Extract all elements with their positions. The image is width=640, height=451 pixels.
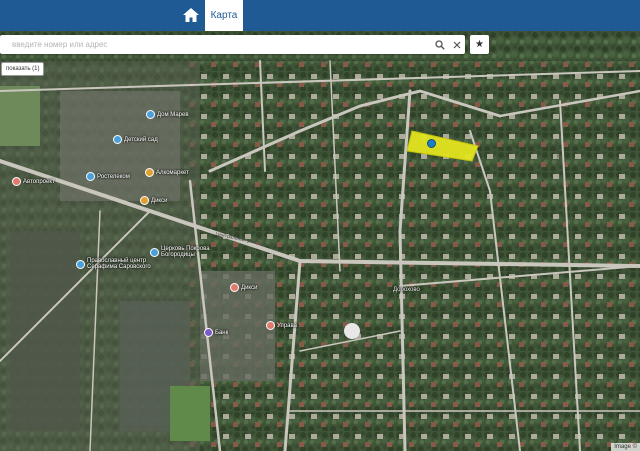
show-results-button[interactable]: показать (1) (1, 62, 45, 76)
poi-marker-icon (150, 247, 159, 257)
poi-seraphim-center[interactable]: Православный центр Серафима Саровского (76, 258, 196, 270)
search-button[interactable] (431, 35, 448, 54)
satellite-map[interactable] (0, 31, 640, 451)
poi-diksi-1[interactable]: Дикси (140, 196, 167, 205)
poi-autoproject[interactable]: Автопроект (12, 177, 55, 186)
poi-diksi-2[interactable]: Дикси (230, 283, 257, 292)
clear-search-button[interactable] (448, 35, 465, 54)
poi-uprava[interactable]: Управа (266, 321, 297, 330)
poi-dom-marev[interactable]: Дом Марев (146, 110, 189, 119)
poi-marker-icon (145, 168, 154, 177)
close-icon (453, 41, 460, 48)
search-icon (434, 39, 445, 50)
poi-marker-icon (204, 328, 213, 337)
poi-pokrov-church[interactable]: Церковь Покрова Богородицы (150, 246, 250, 258)
poi-rostelecom[interactable]: Ростелеком (86, 172, 130, 181)
home-button[interactable] (178, 2, 204, 28)
poi-marker-icon (86, 172, 95, 181)
poi-kindergarten[interactable]: Детский сад (113, 135, 158, 144)
poi-marker-icon (140, 196, 149, 205)
poi-marker-icon (76, 259, 85, 269)
district-label: Дорохово (393, 287, 420, 293)
poi-marker-icon (146, 110, 155, 119)
poi-alkomarket[interactable]: Алкомаркет (145, 168, 189, 177)
tab-map[interactable]: Карта (205, 0, 243, 31)
poi-marker-icon (12, 177, 21, 186)
parcel-marker[interactable] (427, 139, 436, 148)
search-bar (0, 35, 465, 54)
home-icon (183, 8, 199, 22)
map-attribution: Image © (611, 443, 640, 451)
poi-marker-icon (230, 283, 239, 292)
map-imagery (0, 31, 640, 451)
search-input[interactable] (0, 35, 431, 54)
top-navigation-bar: Карта (0, 0, 640, 31)
star-icon: ★ (475, 39, 484, 50)
poi-marker-icon (113, 135, 122, 144)
favorites-button[interactable]: ★ (470, 35, 489, 54)
poi-bank[interactable]: Банк (204, 328, 228, 337)
poi-marker-icon (266, 321, 275, 330)
